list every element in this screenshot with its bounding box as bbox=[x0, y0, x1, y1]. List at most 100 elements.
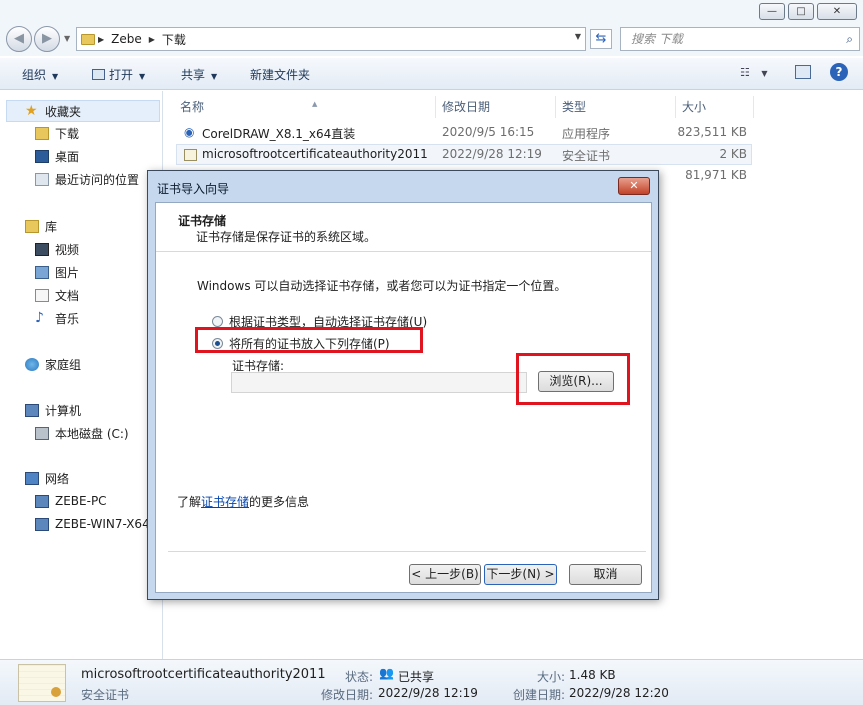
shared-users-icon: 👥 bbox=[379, 666, 394, 680]
library-icon bbox=[25, 220, 39, 233]
file-modified: 2022/9/28 12:19 bbox=[442, 147, 542, 161]
file-name: CorelDRAW_X8.1_x64直装 bbox=[202, 127, 356, 141]
learn-more-prefix: 了解 bbox=[177, 495, 202, 509]
back-button[interactable]: < 上一步(B) bbox=[409, 564, 481, 585]
refresh-icon[interactable]: ⇆ bbox=[590, 29, 612, 49]
nav-libraries-label: 库 bbox=[45, 220, 58, 234]
details-size-label: 大小: bbox=[537, 670, 566, 684]
search-input[interactable]: 搜索 下载 ⌕ bbox=[620, 27, 860, 51]
open-icon bbox=[92, 69, 105, 80]
dialog-intro-text: Windows 可以自动选择证书存储，或者您可以为证书指定一个位置。 bbox=[197, 279, 567, 293]
folder-icon bbox=[81, 33, 95, 45]
nav-documents-label: 文档 bbox=[55, 289, 80, 303]
nav-downloads[interactable]: 下载 bbox=[35, 125, 79, 142]
file-size: 81,971 KB bbox=[685, 168, 747, 182]
breadcrumb-zebe[interactable]: Zebe bbox=[111, 32, 142, 46]
details-modified-value: 2022/9/28 12:19 bbox=[378, 686, 478, 700]
nav-videos[interactable]: 视频 bbox=[35, 241, 79, 258]
share-button[interactable]: 共享 ▼ bbox=[181, 66, 217, 83]
nav-homegroup[interactable]: 家庭组 bbox=[25, 356, 81, 373]
cancel-button[interactable]: 取消 bbox=[569, 564, 642, 585]
view-options-icon[interactable]: ☷ ▼ bbox=[740, 66, 768, 79]
file-name: microsoftrootcertificateauthority2011 bbox=[202, 147, 428, 161]
details-status-value: 已共享 bbox=[398, 670, 435, 684]
next-button[interactable]: 下一步(N) > bbox=[484, 564, 557, 585]
forward-arrow-icon[interactable]: ▶ bbox=[34, 26, 60, 52]
column-header-type[interactable]: 类型 bbox=[556, 96, 676, 118]
maximize-button[interactable]: □ bbox=[788, 3, 814, 20]
details-filetype: 安全证书 bbox=[81, 688, 130, 702]
window-controls: — □ ✕ bbox=[759, 3, 857, 20]
search-icon[interactable]: ⌕ bbox=[846, 28, 853, 50]
nav-recent-label: 最近访问的位置 bbox=[55, 173, 140, 187]
nav-music[interactable]: ♪ 音乐 bbox=[35, 310, 79, 327]
app-icon: ◉ bbox=[184, 125, 195, 139]
column-name-label: 名称 bbox=[180, 100, 205, 114]
dialog-footer-divider bbox=[168, 551, 646, 552]
star-icon: ★ bbox=[25, 103, 38, 119]
nav-homegroup-label: 家庭组 bbox=[45, 358, 82, 372]
details-modified-label: 修改日期: bbox=[321, 688, 374, 702]
details-pane: microsoftrootcertificateauthority2011 安全… bbox=[0, 659, 863, 705]
address-dropdown-icon[interactable]: ▼ bbox=[575, 32, 581, 41]
nav-computer[interactable]: 计算机 bbox=[25, 402, 81, 419]
chevron-down-icon: ▼ bbox=[52, 72, 59, 81]
nav-documents[interactable]: 文档 bbox=[35, 287, 79, 304]
open-label: 打开 bbox=[109, 68, 134, 82]
nav-videos-label: 视频 bbox=[55, 243, 80, 257]
dialog-header: 证书存储 证书存储是保存证书的系统区域。 bbox=[156, 203, 651, 252]
new-folder-button[interactable]: 新建文件夹 bbox=[250, 66, 310, 83]
nav-pictures[interactable]: 图片 bbox=[35, 264, 79, 281]
file-size: 823,511 KB bbox=[677, 125, 747, 139]
nav-recent[interactable]: 最近访问的位置 bbox=[35, 171, 139, 188]
nav-pc1[interactable]: ZEBE-PC bbox=[35, 494, 107, 508]
nav-buttons: ◀ ▶ bbox=[6, 26, 60, 52]
nav-downloads-label: 下载 bbox=[55, 127, 80, 141]
homegroup-icon bbox=[25, 358, 39, 371]
desktop-icon bbox=[35, 150, 49, 163]
breadcrumb-separator-icon[interactable]: ▶ bbox=[98, 35, 104, 44]
column-header-modified[interactable]: 修改日期 bbox=[436, 96, 556, 118]
nav-network[interactable]: 网络 bbox=[25, 470, 69, 487]
pictures-icon bbox=[35, 266, 49, 279]
open-button[interactable]: 打开 ▼ bbox=[92, 66, 145, 83]
chevron-down-icon: ▼ bbox=[211, 72, 218, 81]
file-row-selected[interactable]: microsoftrootcertificateauthority2011 20… bbox=[176, 144, 752, 165]
nav-libraries[interactable]: 库 bbox=[25, 218, 57, 235]
documents-icon bbox=[35, 289, 49, 302]
column-header-size[interactable]: 大小 bbox=[676, 96, 754, 118]
address-bar[interactable]: ▶ Zebe ▶ 下载 ▼ bbox=[76, 27, 586, 51]
minimize-button[interactable]: — bbox=[759, 3, 785, 20]
certificate-store-link[interactable]: 证书存储 bbox=[201, 495, 249, 509]
nav-local-disk[interactable]: 本地磁盘 (C:) bbox=[35, 425, 129, 442]
network-icon bbox=[25, 472, 39, 485]
breadcrumb-downloads[interactable]: 下载 bbox=[162, 31, 186, 48]
preview-pane-icon[interactable] bbox=[795, 65, 811, 79]
hard-drive-icon bbox=[35, 427, 49, 440]
nav-desktop[interactable]: 桌面 bbox=[35, 148, 79, 165]
organize-button[interactable]: 组织 ▼ bbox=[22, 66, 58, 83]
highlight-radio-manual bbox=[195, 327, 423, 353]
column-header-name[interactable]: 名称 ▲ bbox=[174, 96, 436, 118]
dialog-header-subtitle: 证书存储是保存证书的系统区域。 bbox=[196, 230, 377, 244]
dialog-title: 证书导入向导 bbox=[157, 182, 230, 196]
learn-more-text: 了解证书存储的更多信息 bbox=[177, 493, 309, 510]
nav-pc1-label: ZEBE-PC bbox=[55, 494, 107, 508]
file-type: 安全证书 bbox=[562, 149, 611, 163]
nav-favorites[interactable]: ★ 收藏夹 bbox=[25, 103, 81, 120]
back-arrow-icon[interactable]: ◀ bbox=[6, 26, 32, 52]
dialog-close-button[interactable]: ✕ bbox=[618, 177, 650, 195]
breadcrumb-separator-icon[interactable]: ▶ bbox=[149, 35, 155, 44]
details-size-value: 1.48 KB bbox=[569, 668, 616, 682]
help-icon[interactable]: ? bbox=[830, 63, 848, 81]
file-modified: 2020/9/5 16:15 bbox=[442, 125, 535, 139]
nav-pc2[interactable]: ZEBE-WIN7-X64 bbox=[35, 517, 150, 531]
recent-pages-chevron-icon[interactable]: ▼ bbox=[64, 34, 70, 43]
share-label: 共享 bbox=[181, 68, 206, 82]
file-row[interactable]: ◉ CorelDRAW_X8.1_x64直装 2020/9/5 16:15 应用… bbox=[176, 122, 752, 143]
certificate-store-field[interactable] bbox=[231, 372, 527, 393]
music-note-icon: ♪ bbox=[35, 310, 44, 326]
close-button[interactable]: ✕ bbox=[817, 3, 857, 20]
radio-unchecked-icon[interactable] bbox=[212, 316, 223, 327]
details-filename: microsoftrootcertificateauthority2011 bbox=[81, 667, 326, 682]
